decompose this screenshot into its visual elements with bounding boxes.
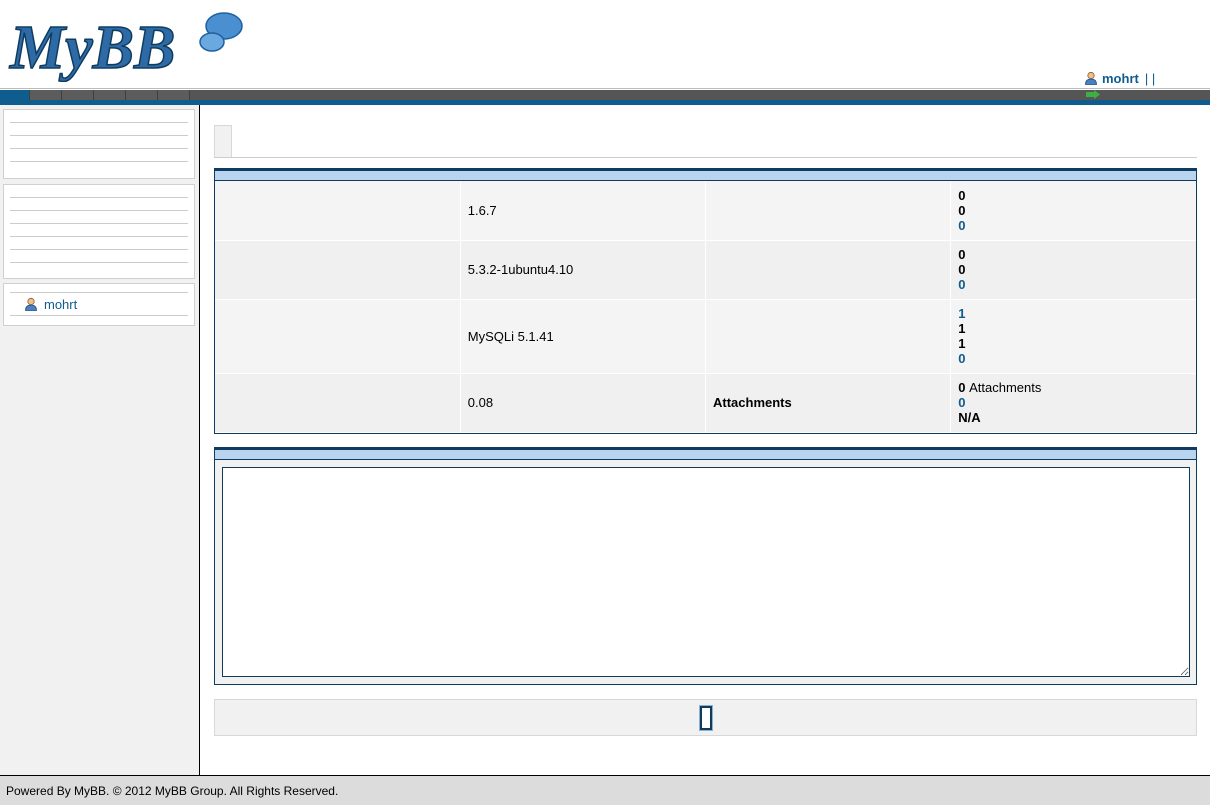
table-cell-label: Attachments xyxy=(705,373,952,433)
footer-copyright: Powered By MyBB. © 2012 MyBB Group. All … xyxy=(6,784,339,798)
count-value: 0 xyxy=(958,247,966,262)
sidebar-line[interactable] xyxy=(10,136,188,149)
statistics-table: 1.6.7 0 0 0 5.3.2-1ubuntu4.10 0 0 0 MySQ… xyxy=(214,168,1197,434)
count-link[interactable]: 0 xyxy=(958,395,1189,410)
count-link[interactable]: 1 xyxy=(958,306,1189,321)
menu-tab-home[interactable] xyxy=(0,90,30,100)
logout-icon[interactable] xyxy=(1086,90,1100,99)
user-icon xyxy=(25,297,37,311)
sidebar-line[interactable] xyxy=(10,250,188,263)
table-row: 1.6.7 0 0 0 xyxy=(215,181,1196,241)
table-cell xyxy=(215,181,461,241)
table-cell-counts: 0 Attachments 0 N/A xyxy=(950,373,1196,433)
sidebar-line[interactable] xyxy=(10,224,188,237)
menu-tab-6[interactable] xyxy=(158,90,190,100)
header-username-link[interactable]: mohrt xyxy=(1102,71,1139,86)
count-link[interactable]: 0 xyxy=(958,351,1189,366)
table-cell xyxy=(215,299,461,374)
mybb-logo[interactable]: MyBB xyxy=(8,6,248,82)
table-cell-counts: 0 0 0 xyxy=(950,240,1196,300)
menu-tab-5[interactable] xyxy=(126,90,158,100)
table-cell xyxy=(705,299,952,374)
menu-tab-2[interactable] xyxy=(30,90,62,100)
tab-divider xyxy=(214,157,1197,158)
speech-bubble-icon xyxy=(199,12,243,52)
count-value: N/A xyxy=(958,410,981,425)
logo-text: MyBB xyxy=(9,14,175,82)
menu-tab-3[interactable] xyxy=(62,90,94,100)
count-value: 1 xyxy=(958,336,966,351)
table-row: 0.08 Attachments 0 Attachments 0 N/A xyxy=(215,373,1196,433)
table-cell-value: MySQLi 5.1.41 xyxy=(460,299,707,374)
page-tab[interactable] xyxy=(214,125,232,157)
table-header xyxy=(215,448,1196,460)
count-suffix: Attachments xyxy=(969,380,1042,395)
count-value: 0 xyxy=(958,187,966,203)
table-cell-value: 5.3.2-1ubuntu4.10 xyxy=(460,240,707,300)
sidebar-username-link[interactable]: mohrt xyxy=(44,297,77,312)
count-value: 1 xyxy=(958,321,966,336)
form-submit-bar xyxy=(214,699,1197,736)
menu-tab-4[interactable] xyxy=(94,90,126,100)
table-cell-counts: 0 0 0 xyxy=(950,181,1196,241)
user-icon xyxy=(1085,71,1097,85)
table-cell xyxy=(215,373,461,433)
header: MyBB mohrt | | xyxy=(0,0,1210,105)
table-row: MySQLi 5.1.41 1 1 1 0 xyxy=(215,299,1196,374)
sidebar-box-2 xyxy=(3,184,195,279)
sidebar-line[interactable] xyxy=(10,237,188,250)
user-bar: mohrt | | xyxy=(1084,69,1155,87)
sidebar: mohrt xyxy=(0,105,200,775)
table-cell-counts: 1 1 1 0 xyxy=(950,299,1196,374)
footer: Powered By MyBB. © 2012 MyBB Group. All … xyxy=(0,775,1210,805)
table-row: 5.3.2-1ubuntu4.10 0 0 0 xyxy=(215,240,1196,300)
count-link[interactable]: 0 xyxy=(958,218,1189,233)
main-content: 1.6.7 0 0 0 5.3.2-1ubuntu4.10 0 0 0 MySQ… xyxy=(214,105,1197,775)
count-link[interactable]: 0 xyxy=(958,277,1189,292)
admin-notes-panel xyxy=(214,447,1197,685)
table-cell-value: 1.6.7 xyxy=(460,181,707,241)
table-cell-value: 0.08 xyxy=(460,373,707,433)
table-cell xyxy=(215,240,461,300)
user-bar-separators: | | xyxy=(1144,70,1156,86)
top-menu xyxy=(0,90,1210,100)
sidebar-user-item[interactable]: mohrt xyxy=(10,292,188,316)
save-notes-button[interactable] xyxy=(699,705,713,731)
notes-textarea[interactable] xyxy=(222,467,1190,677)
sidebar-line[interactable] xyxy=(10,185,188,198)
count-value: 0 xyxy=(958,380,966,395)
sidebar-line[interactable] xyxy=(10,211,188,224)
table-cell xyxy=(705,181,952,241)
count-value: 0 xyxy=(958,202,966,218)
sidebar-line[interactable] xyxy=(10,149,188,162)
sidebar-online-users: mohrt xyxy=(3,283,195,326)
count-value: 0 xyxy=(958,262,966,277)
sidebar-line[interactable] xyxy=(10,198,188,211)
header-divider xyxy=(0,88,1210,89)
sidebar-line[interactable] xyxy=(10,123,188,136)
sidebar-box-1 xyxy=(3,109,195,179)
table-cell xyxy=(705,240,952,300)
sidebar-line[interactable] xyxy=(10,110,188,123)
table-header xyxy=(215,169,1196,181)
